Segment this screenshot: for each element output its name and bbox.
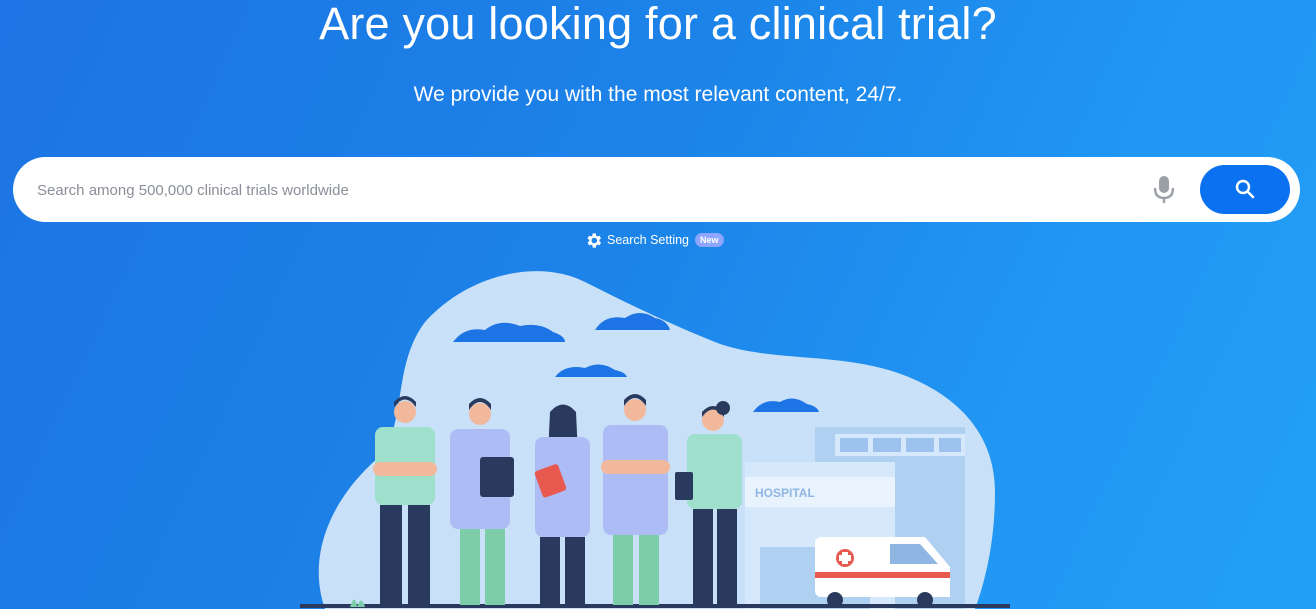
new-badge: New [695,233,724,247]
search-icon [1235,179,1255,199]
microphone-icon[interactable] [1151,175,1177,205]
search-setting-link[interactable]: Search Setting New [584,230,724,250]
gear-icon [587,232,602,248]
hero-illustration: HOSPITAL [300,271,1010,609]
hospital-sign: HOSPITAL [755,486,815,500]
page-title: Are you looking for a clinical trial? [319,0,997,49]
search-input[interactable] [35,172,1119,208]
search-button[interactable] [1200,165,1290,214]
page-subtitle: We provide you with the most relevant co… [413,83,903,106]
search-bar [13,157,1300,222]
search-setting-label: Search Setting [607,233,689,247]
